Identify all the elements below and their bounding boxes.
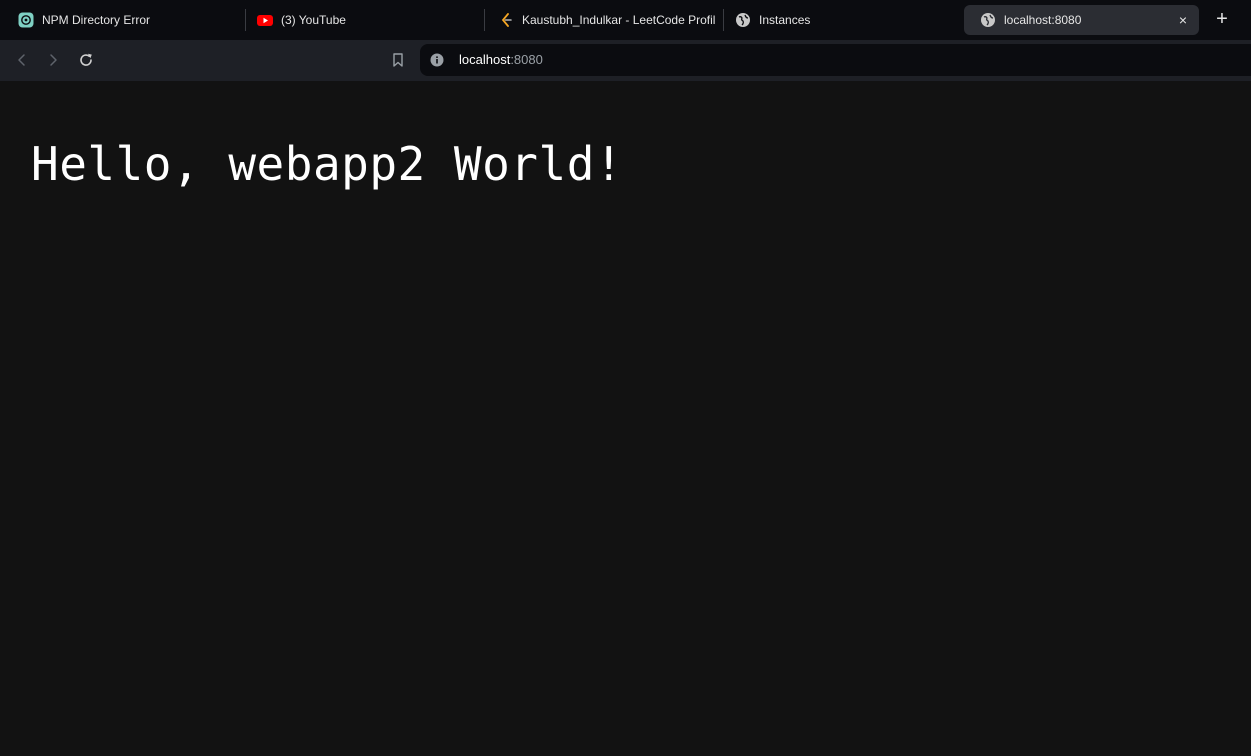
back-button[interactable] bbox=[12, 50, 32, 70]
info-icon[interactable] bbox=[430, 53, 444, 67]
tab-title: (3) YouTube bbox=[281, 13, 346, 27]
url-port: :8080 bbox=[510, 52, 543, 67]
url-host: localhost bbox=[459, 52, 511, 67]
tab-title: localhost:8080 bbox=[1004, 13, 1082, 27]
tab-instances[interactable]: Instances bbox=[719, 5, 959, 35]
chatgpt-icon bbox=[18, 12, 34, 28]
globe-icon bbox=[735, 12, 751, 28]
close-tab-icon[interactable]: × bbox=[1175, 12, 1191, 28]
reload-icon bbox=[80, 53, 92, 66]
tab-strip: NPM Directory Error (3) YouTube Kaustubh… bbox=[0, 0, 1251, 40]
tab-youtube[interactable]: (3) YouTube bbox=[241, 5, 481, 35]
tab-npm-directory-error[interactable]: NPM Directory Error bbox=[2, 5, 242, 35]
address-bar[interactable]: localhost:8080 bbox=[420, 44, 1251, 76]
browser-toolbar: localhost:8080 bbox=[0, 40, 1251, 81]
tab-title: Instances bbox=[759, 13, 811, 27]
new-tab-button[interactable]: + bbox=[1210, 8, 1234, 32]
forward-button[interactable] bbox=[43, 50, 63, 70]
page-content: Hello, webapp2 World! bbox=[0, 81, 1251, 756]
bookmark-button[interactable] bbox=[388, 50, 408, 70]
bookmark-icon bbox=[393, 53, 403, 67]
chevron-left-icon bbox=[18, 54, 25, 66]
chevron-right-icon bbox=[50, 54, 57, 66]
tab-leetcode-profile[interactable]: Kaustubh_Indulkar - LeetCode Profile bbox=[482, 5, 722, 35]
youtube-icon bbox=[257, 12, 273, 28]
globe-icon bbox=[980, 12, 996, 28]
tab-title: Kaustubh_Indulkar - LeetCode Profile bbox=[522, 13, 715, 27]
url-text[interactable]: localhost:8080 bbox=[459, 52, 543, 67]
reload-button[interactable] bbox=[76, 50, 96, 70]
tab-localhost[interactable]: localhost:8080 × bbox=[964, 5, 1199, 35]
page-heading: Hello, webapp2 World! bbox=[31, 137, 624, 191]
tab-title: NPM Directory Error bbox=[42, 13, 151, 27]
leetcode-icon bbox=[498, 12, 514, 28]
